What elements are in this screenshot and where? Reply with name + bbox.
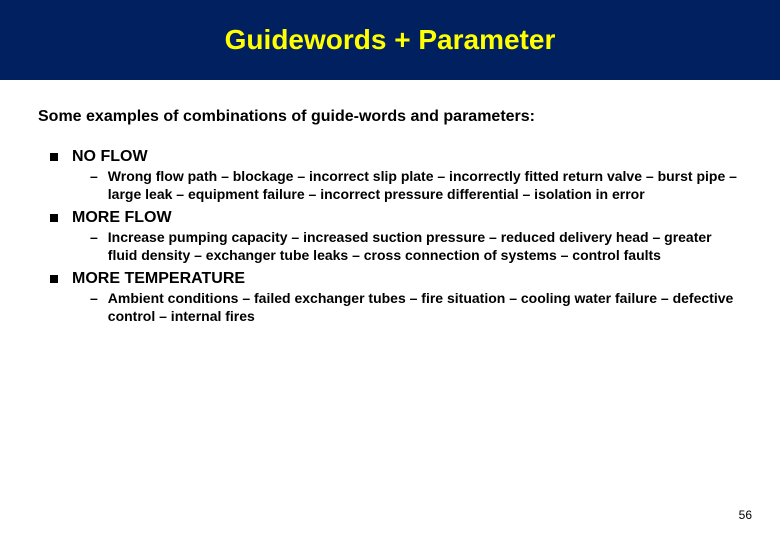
bullet-row: MORE FLOW (38, 209, 742, 227)
square-bullet-icon (50, 275, 58, 283)
list-item: MORE TEMPERATURE – Ambient conditions – … (38, 270, 742, 325)
slide-content: Some examples of combinations of guide-w… (0, 80, 780, 325)
intro-text: Some examples of combinations of guide-w… (38, 108, 742, 126)
examples-list: NO FLOW – Wrong flow path – blockage – i… (38, 148, 742, 325)
example-heading: MORE FLOW (72, 209, 172, 227)
example-heading: MORE TEMPERATURE (72, 270, 245, 288)
sub-row: – Increase pumping capacity – increased … (38, 229, 742, 264)
list-item: NO FLOW – Wrong flow path – blockage – i… (38, 148, 742, 203)
dash-icon: – (90, 168, 98, 186)
dash-icon: – (90, 229, 98, 247)
header-band: Guidewords + Parameter (0, 0, 780, 80)
example-detail: Wrong flow path – blockage – incorrect s… (108, 168, 742, 203)
example-detail: Increase pumping capacity – increased su… (108, 229, 742, 264)
example-heading: NO FLOW (72, 148, 148, 166)
square-bullet-icon (50, 153, 58, 161)
bullet-row: NO FLOW (38, 148, 742, 166)
dash-icon: – (90, 290, 98, 308)
bullet-row: MORE TEMPERATURE (38, 270, 742, 288)
square-bullet-icon (50, 214, 58, 222)
example-detail: Ambient conditions – failed exchanger tu… (108, 290, 742, 325)
sub-row: – Wrong flow path – blockage – incorrect… (38, 168, 742, 203)
page-number: 56 (739, 508, 752, 522)
slide-title: Guidewords + Parameter (225, 24, 556, 56)
list-item: MORE FLOW – Increase pumping capacity – … (38, 209, 742, 264)
sub-row: – Ambient conditions – failed exchanger … (38, 290, 742, 325)
